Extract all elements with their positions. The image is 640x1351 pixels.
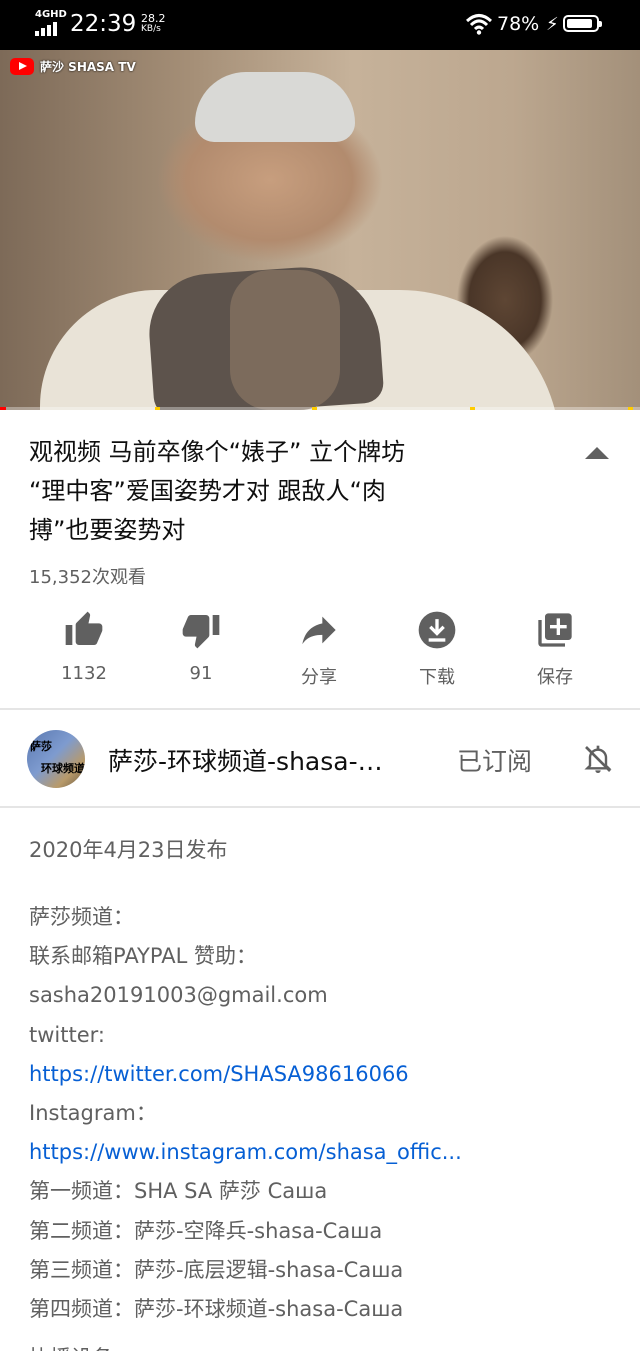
view-count: 15,352次观看 [29,567,146,588]
ad-marker [628,407,633,410]
action-bar: 1132 91 分享 下载 保存 [0,605,640,695]
description-line: 第一频道：SHA SA 萨莎 Саша [29,1179,328,1204]
description-line: sasha20191003@gmail.com [29,983,328,1008]
video-title[interactable]: 观视频 马前卒像个“婊子” 立个牌坊 “理中客”爱国姿势才对 跟敌人“肉 搏”也… [29,433,509,550]
description-line: 第二频道：萨莎-空降兵-shasa-Саша [29,1218,383,1243]
battery-percentage: 78% [497,13,540,35]
clock: 22:39 [70,11,137,37]
download-label: 下载 [419,667,455,688]
video-title-line: 搏”也要姿势对 [29,516,186,544]
network-speed-unit: KB/s [141,24,161,34]
share-label: 分享 [301,667,337,688]
divider [0,806,640,808]
thumbs-up-icon [65,611,103,645]
instagram-link[interactable]: https://www.instagram.com/shasa_offic... [29,1133,619,1172]
save-label: 保存 [537,667,573,688]
collapse-description-icon[interactable] [585,446,609,460]
description-line: 萨莎频道： [29,905,134,929]
save-playlist-icon [538,613,572,647]
subscribed-button[interactable]: 已订阅 [457,742,532,778]
description-line-cut-off: 协播设备 [29,1343,113,1351]
signal-strength-icon [35,22,63,36]
channel-watermark: 萨沙 SHASA TV [10,58,136,75]
charging-icon: ⚡ [546,14,559,35]
dislike-count: 91 [189,663,213,684]
network-speed: 28.2 KB/s [141,13,166,35]
ad-marker [470,407,475,410]
channel-watermark-text: 萨沙 SHASA TV [40,60,136,74]
ad-marker [312,407,317,410]
network-speed-value: 28.2 [141,12,166,25]
dislike-button[interactable]: 91 [146,605,256,684]
save-button[interactable]: 保存 [500,605,610,689]
ad-marker [155,407,160,410]
status-bar: 4GHD 22:39 28.2 KB/s 78% ⚡ [0,0,640,50]
video-title-line: 观视频 马前卒像个“婊子” 立个牌坊 [29,438,406,466]
like-button[interactable]: 1132 [29,605,139,684]
youtube-logo-icon [10,58,34,75]
description-line: 第四频道：萨莎-环球频道-shasa-Саша [29,1297,404,1322]
description-line: 第三频道：萨莎-底层逻辑-shasa-Саша [29,1257,404,1282]
thumbs-down-icon [182,615,220,649]
avatar-text: 环球频道 [41,762,85,775]
share-button[interactable]: 分享 [264,605,374,689]
twitter-link[interactable]: https://twitter.com/SHASA98616066 [29,1055,619,1094]
publish-date: 2020年4月23日发布 [29,838,228,862]
description-line: 联系邮箱PAYPAL 赞助： [29,944,257,969]
video-progress-played [0,407,6,410]
like-count: 1132 [61,663,107,684]
network-type: 4GHD [35,9,67,20]
download-button[interactable]: 下载 [382,605,492,689]
avatar-text: 萨莎 [30,740,52,753]
wifi-icon [466,14,492,35]
channel-name[interactable]: 萨莎-环球频道-shasa-… [108,742,383,778]
channel-row: 萨莎 环球频道 萨莎-环球频道-shasa-… 已订阅 [0,710,640,806]
description-line: twitter: [29,1022,105,1047]
battery-icon [563,15,602,32]
description-line: Instagram： [29,1101,157,1126]
download-icon [418,611,456,649]
video-progress-bar[interactable] [0,407,640,410]
video-title-line: “理中客”爱国姿势才对 跟敌人“肉 [29,477,386,505]
channel-avatar[interactable]: 萨莎 环球频道 [27,730,85,788]
notifications-off-icon[interactable] [582,742,614,776]
share-icon [302,616,336,645]
video-player[interactable]: 萨沙 SHASA TV [0,50,640,410]
video-description: 2020年4月23日发布 萨莎频道： 联系邮箱PAYPAL 赞助： sasha2… [29,835,619,1351]
